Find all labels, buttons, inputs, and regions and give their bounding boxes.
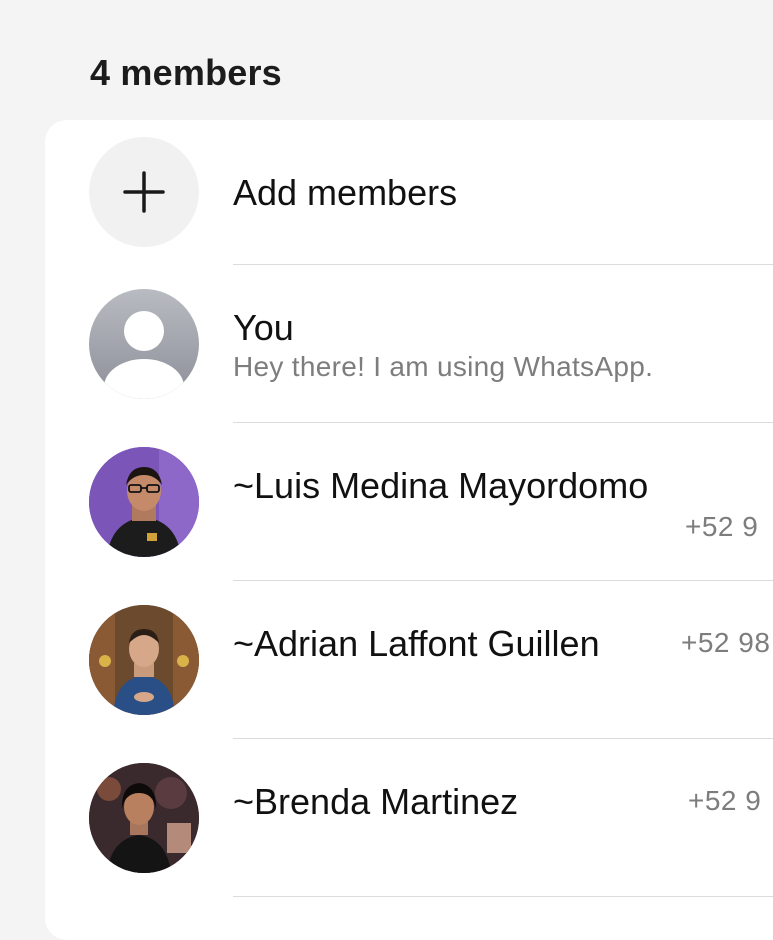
members-section-title: 4 members bbox=[90, 52, 282, 93]
member-phone: +52 9 bbox=[685, 511, 759, 542]
member-phone: +52 9 bbox=[688, 785, 762, 816]
default-person-icon bbox=[89, 289, 199, 399]
member-name: ~Brenda Martinez bbox=[233, 781, 519, 822]
members-card: Add members You Hey there! I am using Wh… bbox=[45, 120, 773, 940]
add-members-row[interactable]: Add members bbox=[45, 120, 773, 278]
member-row[interactable]: ~Adrian Laffont Guillen +52 98 bbox=[45, 581, 773, 739]
member-name: ~Adrian Laffont Guillen bbox=[233, 623, 600, 664]
divider bbox=[233, 896, 773, 897]
member-row[interactable]: ~Brenda Martinez +52 9 bbox=[45, 739, 773, 897]
add-members-label: Add members bbox=[233, 172, 458, 213]
member-row[interactable]: ~Luis Medina Mayordomo +52 9 bbox=[45, 423, 773, 581]
member-avatar[interactable] bbox=[89, 605, 199, 715]
member-phone: +52 98 bbox=[681, 627, 771, 658]
member-row-you[interactable]: You Hey there! I am using WhatsApp. bbox=[45, 265, 773, 423]
plus-icon[interactable] bbox=[89, 137, 199, 247]
member-name: You bbox=[233, 307, 294, 348]
member-avatar[interactable] bbox=[89, 447, 199, 557]
member-avatar[interactable] bbox=[89, 763, 199, 873]
member-name: ~Luis Medina Mayordomo bbox=[233, 465, 649, 506]
member-status: Hey there! I am using WhatsApp. bbox=[233, 351, 654, 382]
